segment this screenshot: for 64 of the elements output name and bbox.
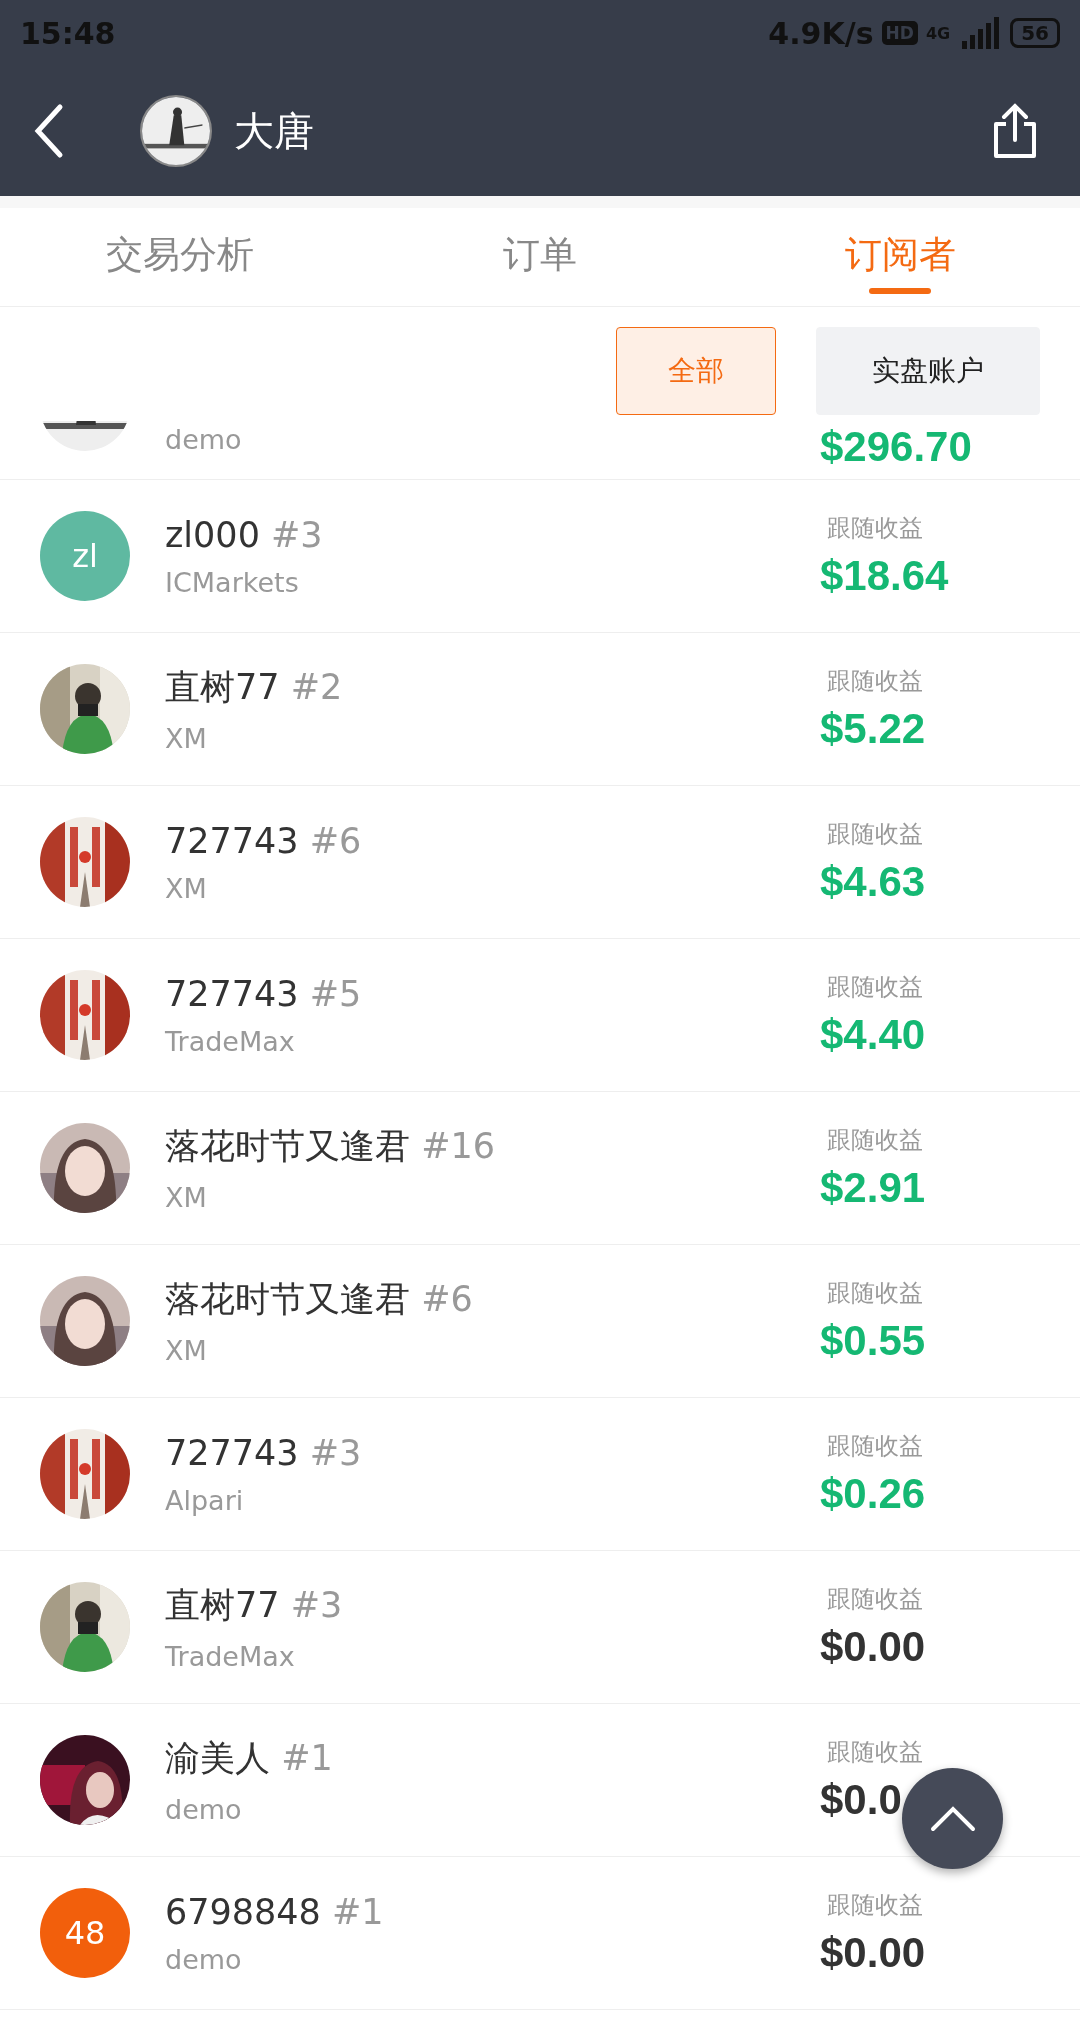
subscriber-name: zl000 #3 — [165, 514, 324, 555]
subscriber-row[interactable]: 落花时节又逢君 #16 XM 跟随收益 $2.91 — [0, 1092, 1080, 1245]
broker-name: Alpari — [165, 1484, 245, 1516]
clock: 15:48 — [20, 15, 116, 51]
profit-amount: $0.00 — [820, 1623, 926, 1671]
subscriber-row[interactable]: zl zl000 #3 ICMarkets 跟随收益 $18.64 — [0, 480, 1080, 633]
subscriber-name: 727743 #5 — [165, 973, 363, 1014]
broker-name: ICMarkets — [165, 566, 300, 598]
chevron-up-icon — [928, 1804, 977, 1833]
broker-name: XM — [165, 1335, 208, 1366]
profit-amount: $4.63 — [820, 858, 926, 906]
subscriber-name: 直树77 #3 — [165, 1584, 344, 1627]
broker-name: TradeMax — [165, 1025, 296, 1057]
subscriber-row[interactable]: 落花时节又逢君 #6 XM 跟随收益 $0.55 — [0, 1245, 1080, 1398]
profit-amount: $0.55 — [820, 1317, 926, 1365]
broker-name: XM — [165, 1182, 208, 1213]
profit-label: 跟随收益 — [827, 1737, 923, 1768]
hd-badge: HD — [881, 21, 918, 45]
filter-button[interactable]: 实盘账户 — [816, 327, 1040, 415]
scroll-top-button[interactable] — [902, 1768, 1003, 1869]
broker-name: demo — [165, 1943, 243, 1975]
profit-label: 跟随收益 — [827, 666, 923, 697]
profit-label: 跟随收益 — [827, 1890, 923, 1921]
page-title: 大唐 — [234, 106, 314, 156]
broker-name: XM — [165, 872, 208, 904]
subscriber-row[interactable]: 直树77 #2 XM 跟随收益 $5.22 — [0, 633, 1080, 786]
profit-amount: $2.91 — [820, 1164, 926, 1212]
tab[interactable]: 订单 — [360, 208, 720, 306]
profit-label: 跟随收益 — [827, 1125, 923, 1156]
broker-name: demo — [165, 1794, 243, 1825]
avatar: zl — [40, 511, 130, 601]
broker-name: demo — [165, 424, 243, 455]
subscriber-row[interactable]: 直树77 #3 TradeMax 跟随收益 $0.00 — [0, 1551, 1080, 1704]
subscriber-name: 727743 #6 — [165, 820, 363, 861]
subscriber-row[interactable]: 727743 #6 XM 跟随收益 $4.63 — [0, 786, 1080, 939]
profit-label: 跟随收益 — [827, 513, 923, 544]
profit-amount: $18.64 — [820, 552, 949, 600]
profit-amount: $296.70 — [820, 423, 972, 471]
subscriber-name: 直树77 #2 — [165, 666, 344, 709]
broker-name: XM — [165, 723, 208, 754]
subscriber-name: 727743 #3 — [165, 1432, 363, 1473]
profit-label: 跟随收益 — [827, 1431, 923, 1462]
broker-name: TradeMax — [165, 1641, 296, 1672]
profit-amount: $0.26 — [820, 1470, 926, 1518]
profit-amount: $5.22 — [820, 705, 926, 753]
network-type: 4G — [925, 23, 951, 43]
subscriber-name: 落花时节又逢君 #6 — [165, 1278, 474, 1321]
subscriber-row[interactable]: 727743 #5 TradeMax 跟随收益 $4.40 — [0, 939, 1080, 1092]
avatar: 48 — [40, 1888, 130, 1978]
subscriber-name: 6798848 #1 — [165, 1891, 385, 1932]
profit-label: 跟随收益 — [827, 1584, 923, 1615]
profit-amount: $4.40 — [820, 1011, 926, 1059]
subscriber-name: 渝美人 #1 — [165, 1737, 334, 1780]
profit-label: 跟随收益 — [827, 819, 923, 850]
network-speed: 4.9K/s — [768, 15, 874, 51]
battery-level: 56 — [1010, 18, 1060, 48]
tab[interactable]: 交易分析 — [0, 208, 360, 306]
profit-label: 跟随收益 — [827, 1278, 923, 1309]
subscriber-row[interactable]: 727743 #3 Alpari 跟随收益 $0.26 — [0, 1398, 1080, 1551]
subscriber-row[interactable]: 48 6798848 #1 demo 跟随收益 $0.00 — [0, 1857, 1080, 2010]
profit-amount: $0.0 — [820, 1776, 902, 1824]
profit-label: 跟随收益 — [827, 972, 923, 1003]
subscriber-name: 落花时节又逢君 #16 — [165, 1125, 496, 1168]
profit-amount: $0.00 — [820, 1929, 926, 1977]
